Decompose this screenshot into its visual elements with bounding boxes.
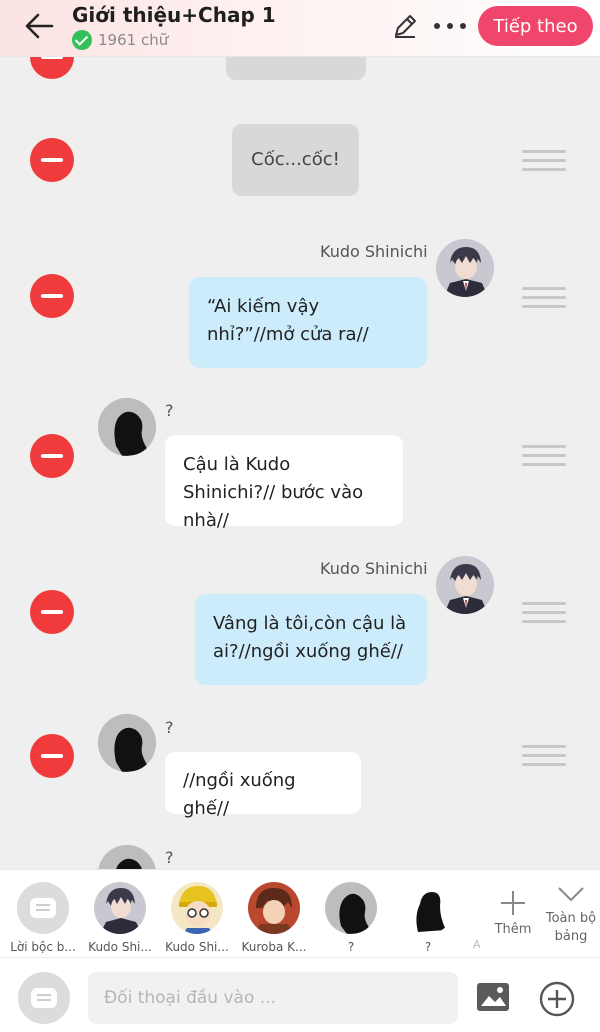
- speaker-name: ?: [165, 401, 174, 420]
- message-bubble-right[interactable]: “Ai kiếm vậy nhỉ?”//mở cửa ra//: [189, 277, 427, 368]
- narration-icon: [17, 882, 69, 934]
- avatar: [98, 398, 156, 456]
- character-narration[interactable]: Lời bộc b...: [8, 882, 78, 954]
- add-circle-icon[interactable]: [538, 980, 576, 1018]
- drag-handle-icon[interactable]: [522, 445, 566, 467]
- page-title: Giới thiệu+Chap 1: [72, 3, 276, 27]
- delete-message-button[interactable]: [30, 734, 74, 778]
- more-icon[interactable]: [432, 12, 468, 40]
- delete-message-button[interactable]: [30, 57, 74, 79]
- drag-handle-icon[interactable]: [522, 287, 566, 309]
- check-icon: [72, 30, 92, 50]
- character-kudo-1[interactable]: Kudo Shi...: [85, 882, 155, 954]
- chevron-down-icon: [558, 887, 584, 902]
- delete-message-button[interactable]: [30, 590, 74, 634]
- drag-handle-icon[interactable]: [522, 150, 566, 172]
- avatar: [436, 556, 494, 614]
- pencil-icon[interactable]: [391, 12, 419, 40]
- message-bubble-right[interactable]: Vâng là tôi,còn cậu là ai?//ngồi xuống g…: [195, 594, 427, 685]
- chat-area: Cốc...cốc! Kudo Shinichi “Ai kiếm vậy nh…: [0, 57, 600, 869]
- plus-icon: [501, 891, 525, 915]
- extra-label: A: [473, 938, 481, 951]
- character-unknown-1[interactable]: ?: [316, 882, 386, 954]
- narration-icon[interactable]: [18, 972, 70, 1024]
- drag-handle-icon[interactable]: [522, 745, 566, 767]
- speaker-name: Kudo Shinichi: [320, 242, 428, 261]
- expand-all-button[interactable]: Toàn bộ bảng: [542, 884, 600, 946]
- input-bar: [0, 957, 600, 1032]
- avatar: [325, 882, 377, 934]
- header: Giới thiệu+Chap 1 1961 chữ Tiếp theo: [0, 0, 600, 57]
- narration-bubble[interactable]: [226, 57, 366, 80]
- avatar: [94, 882, 146, 934]
- back-arrow-icon[interactable]: [22, 10, 58, 42]
- word-count: 1961 chữ: [72, 30, 168, 50]
- avatar: [248, 882, 300, 934]
- character-unknown-2[interactable]: ?: [393, 882, 463, 954]
- dialogue-input[interactable]: [88, 972, 458, 1024]
- avatar: [171, 882, 223, 934]
- message-bubble-left[interactable]: Cậu là Kudo Shinichi?// bước vào nhà//: [165, 435, 403, 531]
- character-kudo-2[interactable]: Kudo Shi...: [162, 882, 232, 954]
- character-kuroba[interactable]: Kuroba K...: [239, 882, 309, 954]
- delete-message-button[interactable]: [30, 138, 74, 182]
- message-bubble-left[interactable]: //ngồi xuống ghế//: [165, 752, 361, 819]
- word-count-text: 1961 chữ: [98, 31, 169, 49]
- drag-handle-icon[interactable]: [522, 602, 566, 624]
- image-icon[interactable]: [476, 982, 510, 1012]
- speaker-name: Kudo Shinichi: [320, 559, 428, 578]
- narration-bubble[interactable]: Cốc...cốc!: [232, 124, 359, 196]
- delete-message-button[interactable]: [30, 434, 74, 478]
- avatar: [98, 714, 156, 772]
- speaker-name: ?: [165, 718, 174, 737]
- avatar: [402, 882, 454, 934]
- avatar: [436, 239, 494, 297]
- add-character-button[interactable]: Thêm: [490, 888, 536, 937]
- character-bar: Lời bộc b... Kudo Shi... Kudo Shi... Kur…: [0, 869, 600, 957]
- next-button[interactable]: Tiếp theo: [478, 6, 593, 46]
- speaker-name: ?: [165, 848, 174, 867]
- delete-message-button[interactable]: [30, 274, 74, 318]
